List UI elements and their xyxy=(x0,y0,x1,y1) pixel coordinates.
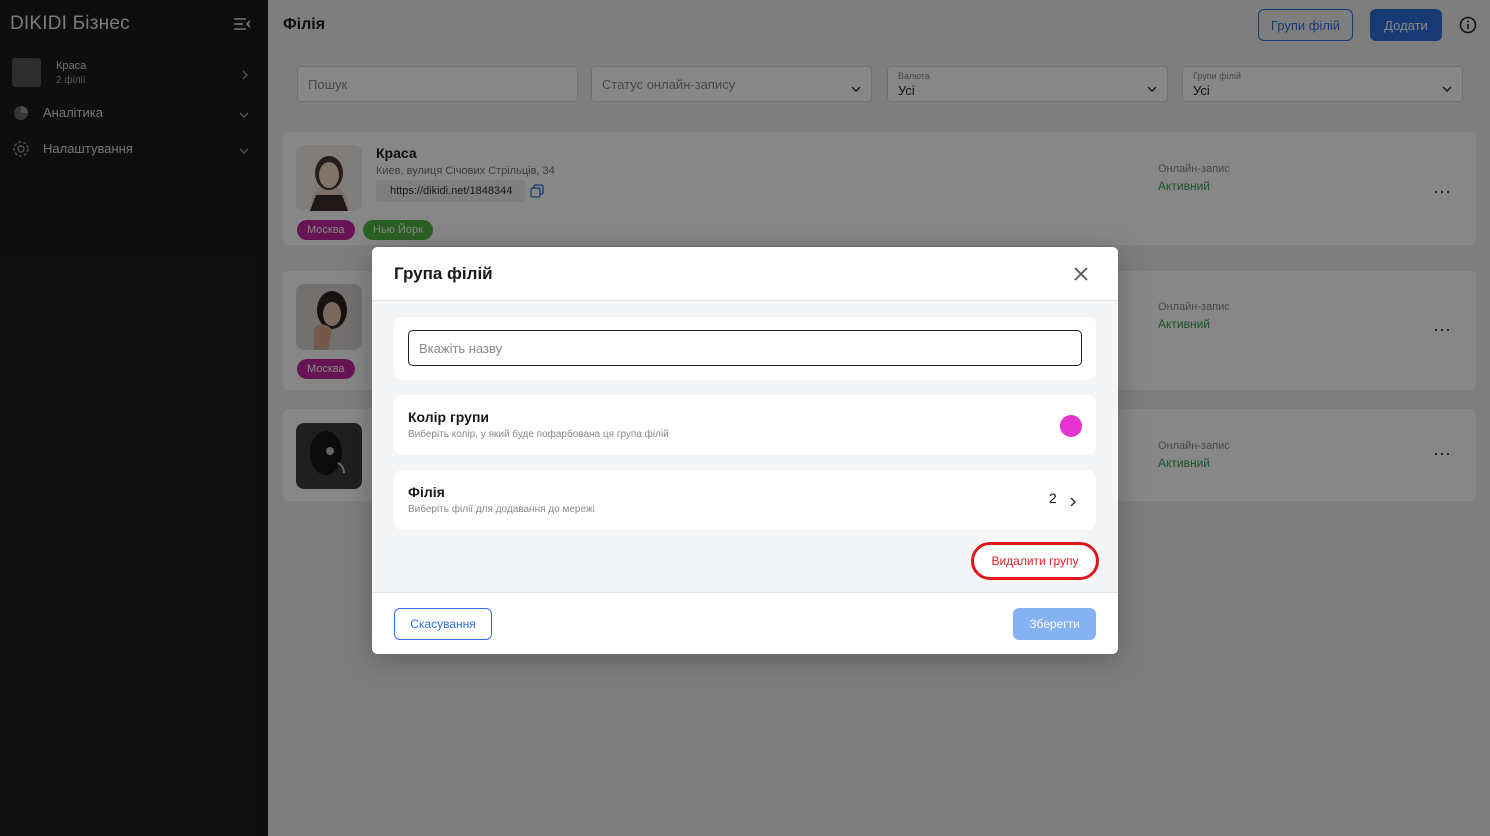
delete-group-button[interactable]: Видалити групу xyxy=(971,542,1099,580)
dialog-footer: Скасування Зберегти xyxy=(372,592,1118,654)
chevron-right-icon xyxy=(1069,494,1077,512)
dialog-header: Група філій xyxy=(372,247,1118,301)
close-icon[interactable] xyxy=(1072,265,1090,283)
save-button[interactable]: Зберегти xyxy=(1013,608,1096,640)
group-name-section xyxy=(394,317,1096,380)
group-branches-title: Філія xyxy=(408,484,445,500)
group-branches-row[interactable]: Філія Виберіть філії для додавання до ме… xyxy=(394,470,1096,530)
dialog-title: Група філій xyxy=(394,264,493,283)
group-color-row[interactable]: Колір групи Виберіть колір, у який буде … xyxy=(394,395,1096,455)
color-swatch[interactable] xyxy=(1060,415,1082,437)
branch-group-dialog: Група філій Колір групи Виберіть колір, … xyxy=(372,247,1118,654)
group-color-title: Колір групи xyxy=(408,409,490,425)
selected-branch-count: 2 xyxy=(1049,490,1057,506)
cancel-button[interactable]: Скасування xyxy=(394,608,492,640)
group-branches-desc: Виберіть філії для додавання до мережі xyxy=(408,504,595,515)
group-color-desc: Виберіть колір, у який буде пофарбована … xyxy=(408,429,669,440)
group-name-input[interactable] xyxy=(408,330,1082,366)
